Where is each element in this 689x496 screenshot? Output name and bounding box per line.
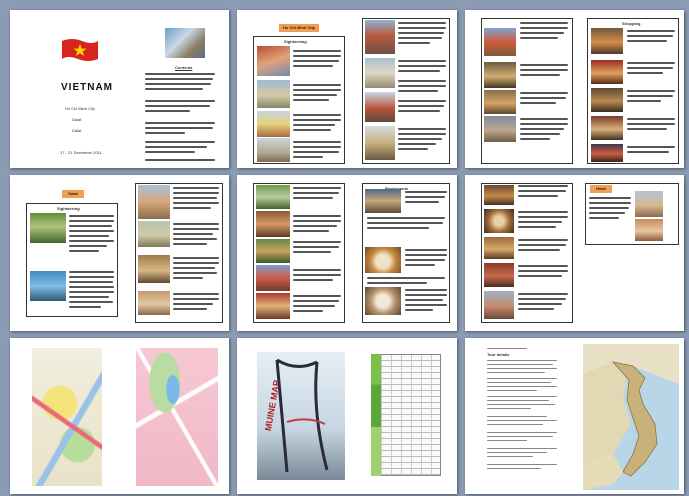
- contents-heading: Contents: [175, 65, 193, 70]
- photo-building: [484, 291, 514, 319]
- page-tour-details[interactable]: Tour details: [465, 338, 684, 494]
- photo-food-1: [484, 185, 514, 205]
- photo-shop-5: [591, 144, 623, 162]
- photo-hotel-1: [484, 28, 516, 56]
- photo-hotel-3: [484, 90, 516, 114]
- photo-garden: [256, 239, 290, 263]
- photo-restaurant-sign: [365, 189, 401, 213]
- photo-hotel-4: [484, 116, 516, 142]
- photo-shop-4: [591, 116, 623, 140]
- photo-hotel-room: [635, 219, 663, 241]
- page4-heading: Dalat: [62, 190, 84, 198]
- photo-museum: [365, 126, 395, 160]
- photo-shop-1: [591, 28, 623, 54]
- photo-shop-3: [591, 88, 623, 112]
- page-city-maps[interactable]: [10, 338, 229, 494]
- photo-hotel-2: [484, 62, 516, 88]
- photo-food-3: [484, 237, 514, 259]
- photo-dalat-market: [138, 291, 170, 315]
- photo-colonial-building: [365, 58, 395, 88]
- photo-market: [365, 92, 395, 122]
- schedule-table: [371, 354, 441, 476]
- photo-waterfall: [256, 185, 290, 209]
- page-restaurants[interactable]: Restaurants: [237, 175, 457, 331]
- cover-photo-collage: [165, 28, 205, 58]
- vietnam-map-icon: [583, 344, 679, 490]
- photo-crazy-house: [138, 255, 170, 283]
- photo-shop-2: [591, 60, 623, 84]
- photo-muine-map-board: MUINE MAP: [257, 352, 345, 480]
- photo-dish-2: [365, 287, 401, 315]
- photo-post-office: [257, 80, 290, 108]
- page4-sub-heading: Sightseeing: [57, 206, 80, 211]
- photo-food-4: [484, 263, 514, 287]
- cover-city-3: Dalat: [72, 128, 82, 133]
- photo-cathedral: [365, 20, 395, 54]
- page2-sub-heading: Sightseeing: [284, 39, 307, 44]
- page9-heading: Tour details: [487, 352, 510, 357]
- map-dalat: [136, 348, 218, 486]
- cover-dates: 17 - 21 December 2011: [60, 150, 102, 155]
- photo-hotel-exterior: [635, 191, 663, 217]
- photo-dalat-station: [30, 213, 66, 243]
- page6-right-column: [585, 183, 679, 245]
- vietnam-flag-icon: [62, 39, 98, 61]
- page-food-hotel[interactable]: Hotel: [465, 175, 684, 331]
- page-dalat-sightseeing[interactable]: Dalat Sightseeing: [10, 175, 229, 331]
- photo-bao-dai-palace: [138, 221, 170, 247]
- schedule-table-green-strip: [371, 354, 381, 476]
- photo-pagoda: [256, 211, 290, 237]
- photo-dalat-lake: [30, 271, 66, 301]
- page3-sub-heading: Shopping: [622, 21, 641, 26]
- photo-city-hall: [257, 111, 290, 137]
- page-hcmc-sightseeing[interactable]: Ho Chi Minh City Sightseeing: [237, 10, 457, 168]
- cover-title: VIETNAM: [61, 82, 113, 93]
- photo-food-2: [484, 209, 514, 233]
- cover-city-2: Dalat: [72, 117, 82, 122]
- page2-heading: Ho Chi Minh City: [279, 24, 319, 32]
- photo-dish-1: [365, 247, 401, 273]
- page-muine-map[interactable]: MUINE MAP: [237, 338, 457, 494]
- photo-dalat-cathedral: [138, 185, 170, 219]
- page-cover[interactable]: VIETNAM Ho Chi Minh City Dalat Dalat 17 …: [10, 10, 229, 168]
- map-hcmc: [32, 348, 102, 486]
- page-hotels-shopping[interactable]: Shopping: [465, 10, 684, 168]
- photo-street: [256, 293, 290, 319]
- cover-city-1: Ho Chi Minh City: [65, 106, 96, 111]
- photo-temple: [256, 265, 290, 291]
- photo-notre-dame: [257, 46, 290, 76]
- photo-opera-house: [257, 138, 290, 162]
